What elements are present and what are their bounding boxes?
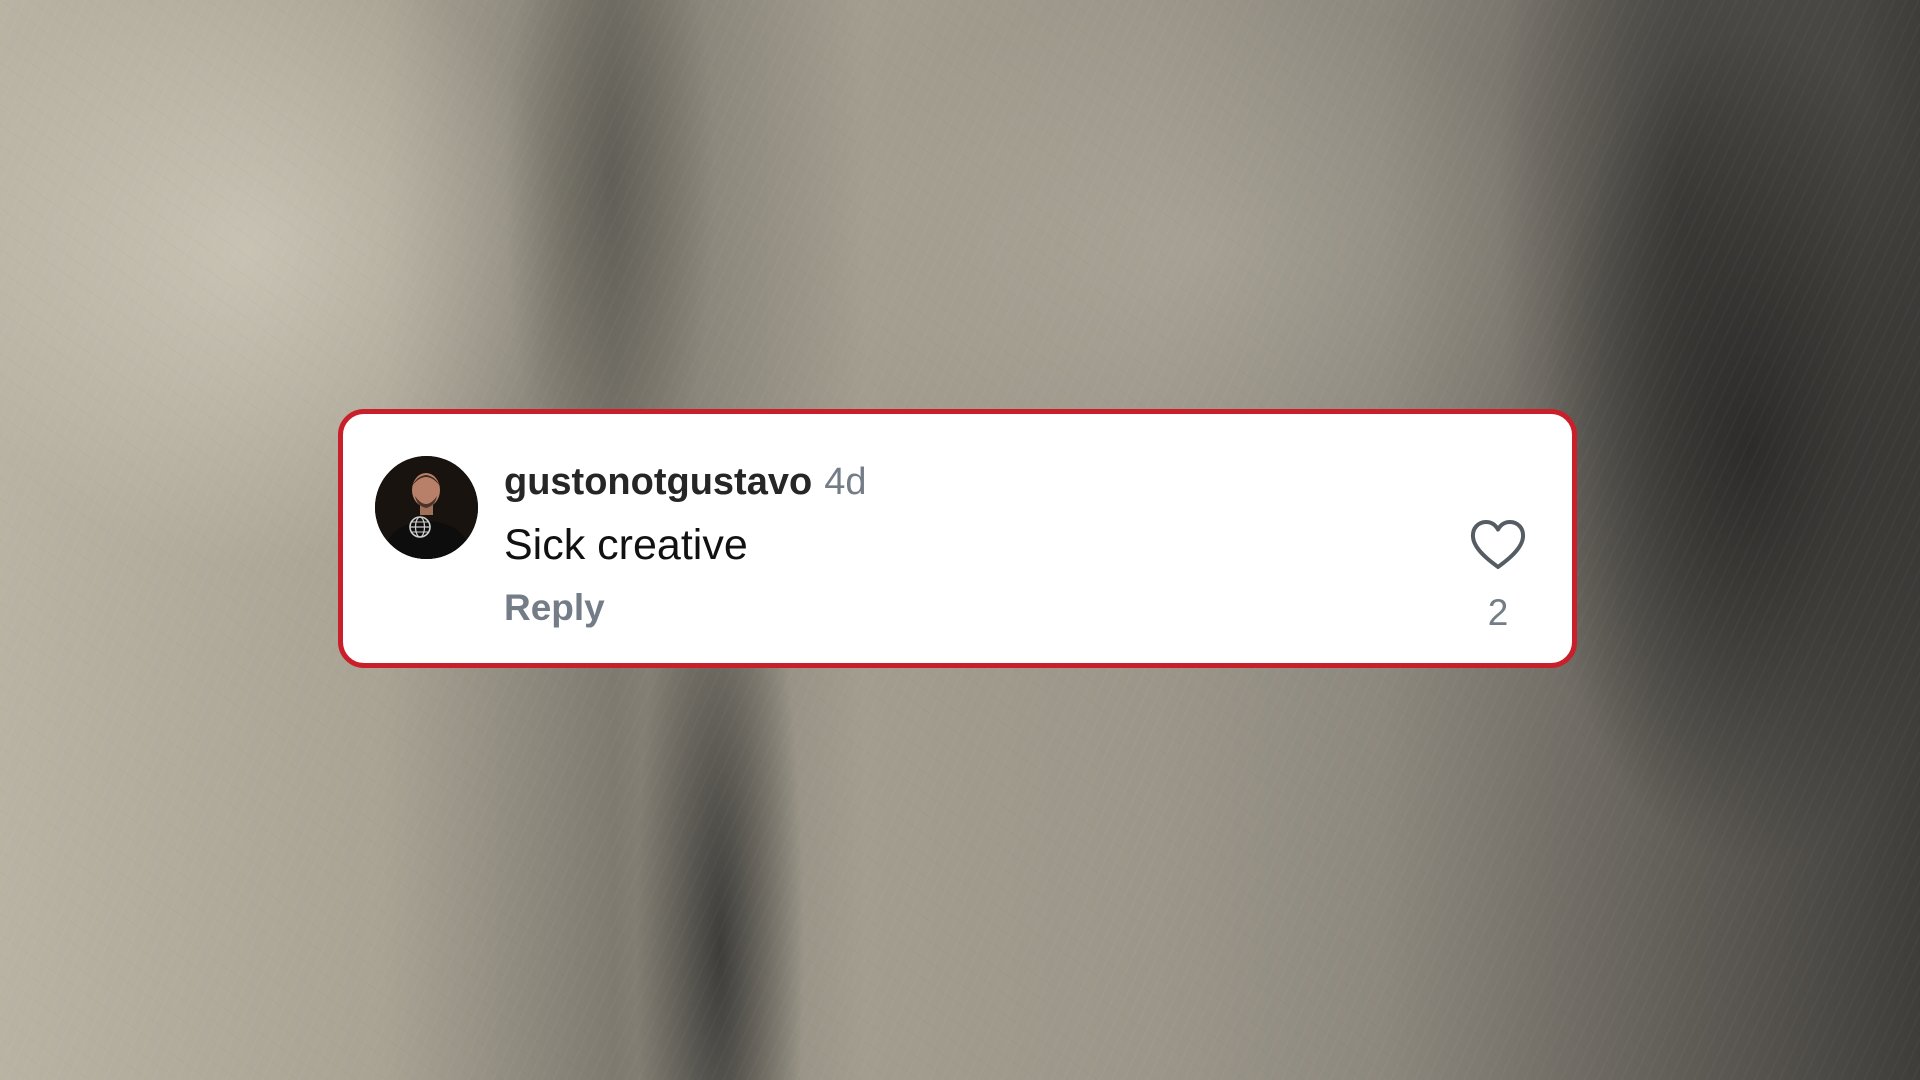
comment-timestamp: 4d (824, 461, 867, 503)
textured-background: gustonotgustavo 4d Sick creative Reply 2 (0, 0, 1920, 1080)
reply-button[interactable]: Reply (504, 587, 605, 629)
avatar[interactable] (375, 456, 478, 559)
comment-text: Sick creative (504, 521, 748, 569)
comment-header: gustonotgustavo 4d (504, 460, 866, 504)
avatar-photo (375, 456, 478, 559)
like-count: 2 (1487, 592, 1509, 633)
username-link[interactable]: gustonotgustavo (504, 461, 812, 503)
comment-card: gustonotgustavo 4d Sick creative Reply 2 (338, 409, 1577, 668)
heart-outline-icon (1470, 520, 1526, 569)
like-button[interactable] (1469, 519, 1527, 571)
